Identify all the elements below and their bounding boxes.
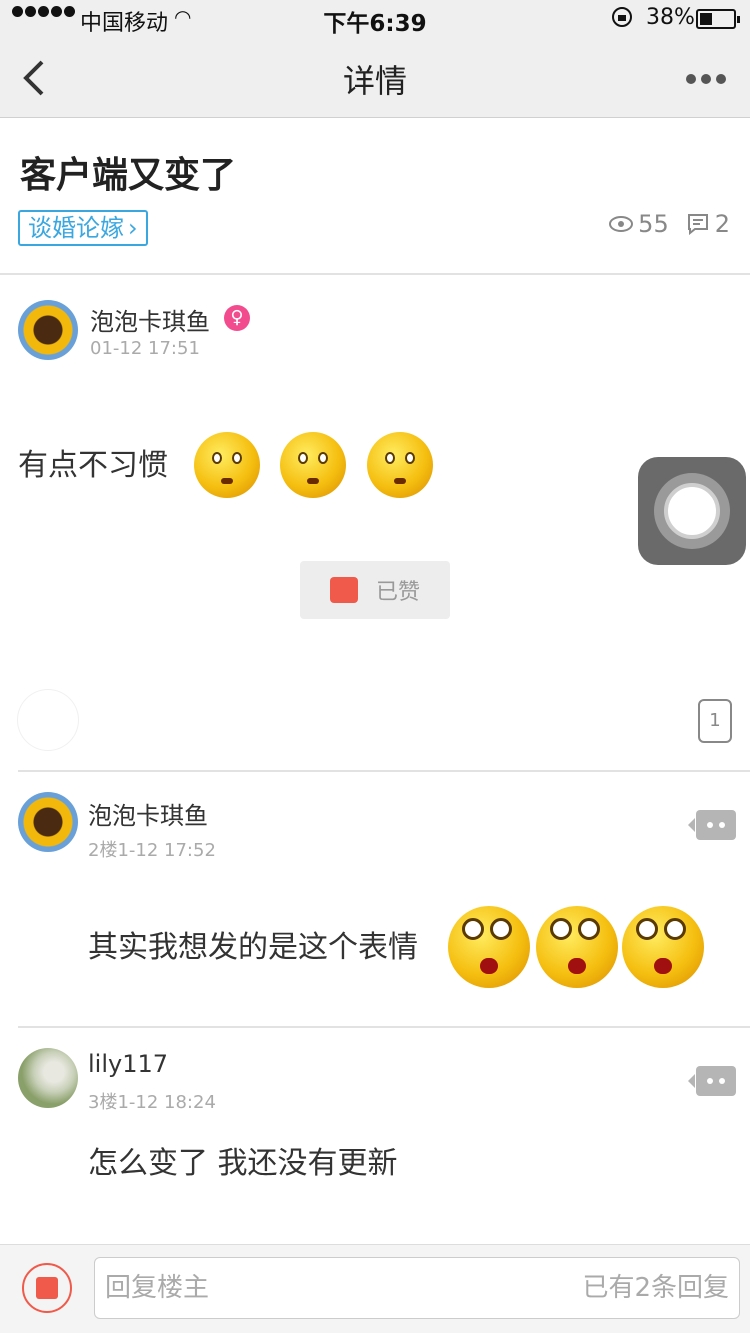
thumbs-up-icon xyxy=(329,577,358,603)
divider xyxy=(0,273,750,275)
assistive-touch-button[interactable] xyxy=(638,457,746,565)
reply-placeholder: 回复楼主 xyxy=(105,1273,210,1303)
divider xyxy=(18,1026,750,1028)
author-name[interactable]: 泡泡卡琪鱼 xyxy=(90,302,210,337)
liked-label: 已赞 xyxy=(375,580,420,605)
view-count: 55 xyxy=(638,210,669,238)
reply-input[interactable]: 回复楼主 已有2条回复 xyxy=(94,1257,740,1319)
divider xyxy=(18,770,750,772)
like-button[interactable] xyxy=(22,1263,72,1313)
liked-button[interactable]: 已赞 xyxy=(300,561,450,619)
eye-icon xyxy=(609,216,634,232)
reply-author[interactable]: 泡泡卡琪鱼 xyxy=(88,796,208,831)
emoji-icon xyxy=(280,432,346,498)
rotation-lock-icon xyxy=(612,7,632,27)
comment-icon xyxy=(687,214,708,235)
surprised-emoji-icon xyxy=(622,906,704,988)
reply-count: 已有2条回复 xyxy=(582,1273,729,1303)
avatar[interactable] xyxy=(18,792,78,852)
reply-text: 其实我想发的是这个表情 xyxy=(88,930,418,965)
battery-icon xyxy=(696,9,740,29)
nav-bar: 详情 xyxy=(0,40,750,118)
post-stats: 55 2 xyxy=(608,210,730,238)
surprised-emoji-icon xyxy=(448,906,530,988)
female-icon: ♀ xyxy=(224,305,250,331)
post-body: 有点不习惯 xyxy=(18,448,168,483)
chevron-right-icon: › xyxy=(128,214,138,242)
emoji-icon xyxy=(367,432,433,498)
liker-avatar[interactable] xyxy=(18,690,78,750)
emoji-icon xyxy=(194,432,260,498)
thumbs-up-icon xyxy=(36,1277,58,1299)
reply-meta: 3楼1-12 18:24 xyxy=(88,1092,216,1113)
battery-percent: 38% xyxy=(646,5,695,30)
bottom-bar: 回复楼主 已有2条回复 xyxy=(0,1244,750,1333)
avatar[interactable] xyxy=(18,1048,78,1108)
status-bar: 中国移动 ◠ 下午6:39 38% xyxy=(0,0,750,40)
comment-count: 2 xyxy=(714,210,730,238)
post-date: 01-12 17:51 xyxy=(90,338,200,359)
reply-text: 怎么变了 我还没有更新 xyxy=(88,1146,398,1181)
reply-meta: 2楼1-12 17:52 xyxy=(88,840,216,861)
page-title: 详情 xyxy=(342,62,407,100)
post-title: 客户端又变了 xyxy=(20,155,237,196)
reply-author[interactable]: lily117 xyxy=(88,1050,168,1078)
surprised-emoji-icon xyxy=(536,906,618,988)
more-icon[interactable] xyxy=(686,74,731,84)
likers-count-badge[interactable]: 1 xyxy=(698,699,732,743)
avatar[interactable] xyxy=(18,300,78,360)
detail-page: 中国移动 ◠ 下午6:39 38% 详情 客户端又变了 谈婚论嫁 › 55 2 … xyxy=(0,0,750,1333)
category-tag-label: 谈婚论嫁 xyxy=(28,214,124,242)
reply-icon[interactable] xyxy=(688,1066,736,1096)
category-tag[interactable]: 谈婚论嫁 › xyxy=(18,210,148,246)
clock: 下午6:39 xyxy=(323,11,427,37)
reply-icon[interactable] xyxy=(688,810,736,840)
